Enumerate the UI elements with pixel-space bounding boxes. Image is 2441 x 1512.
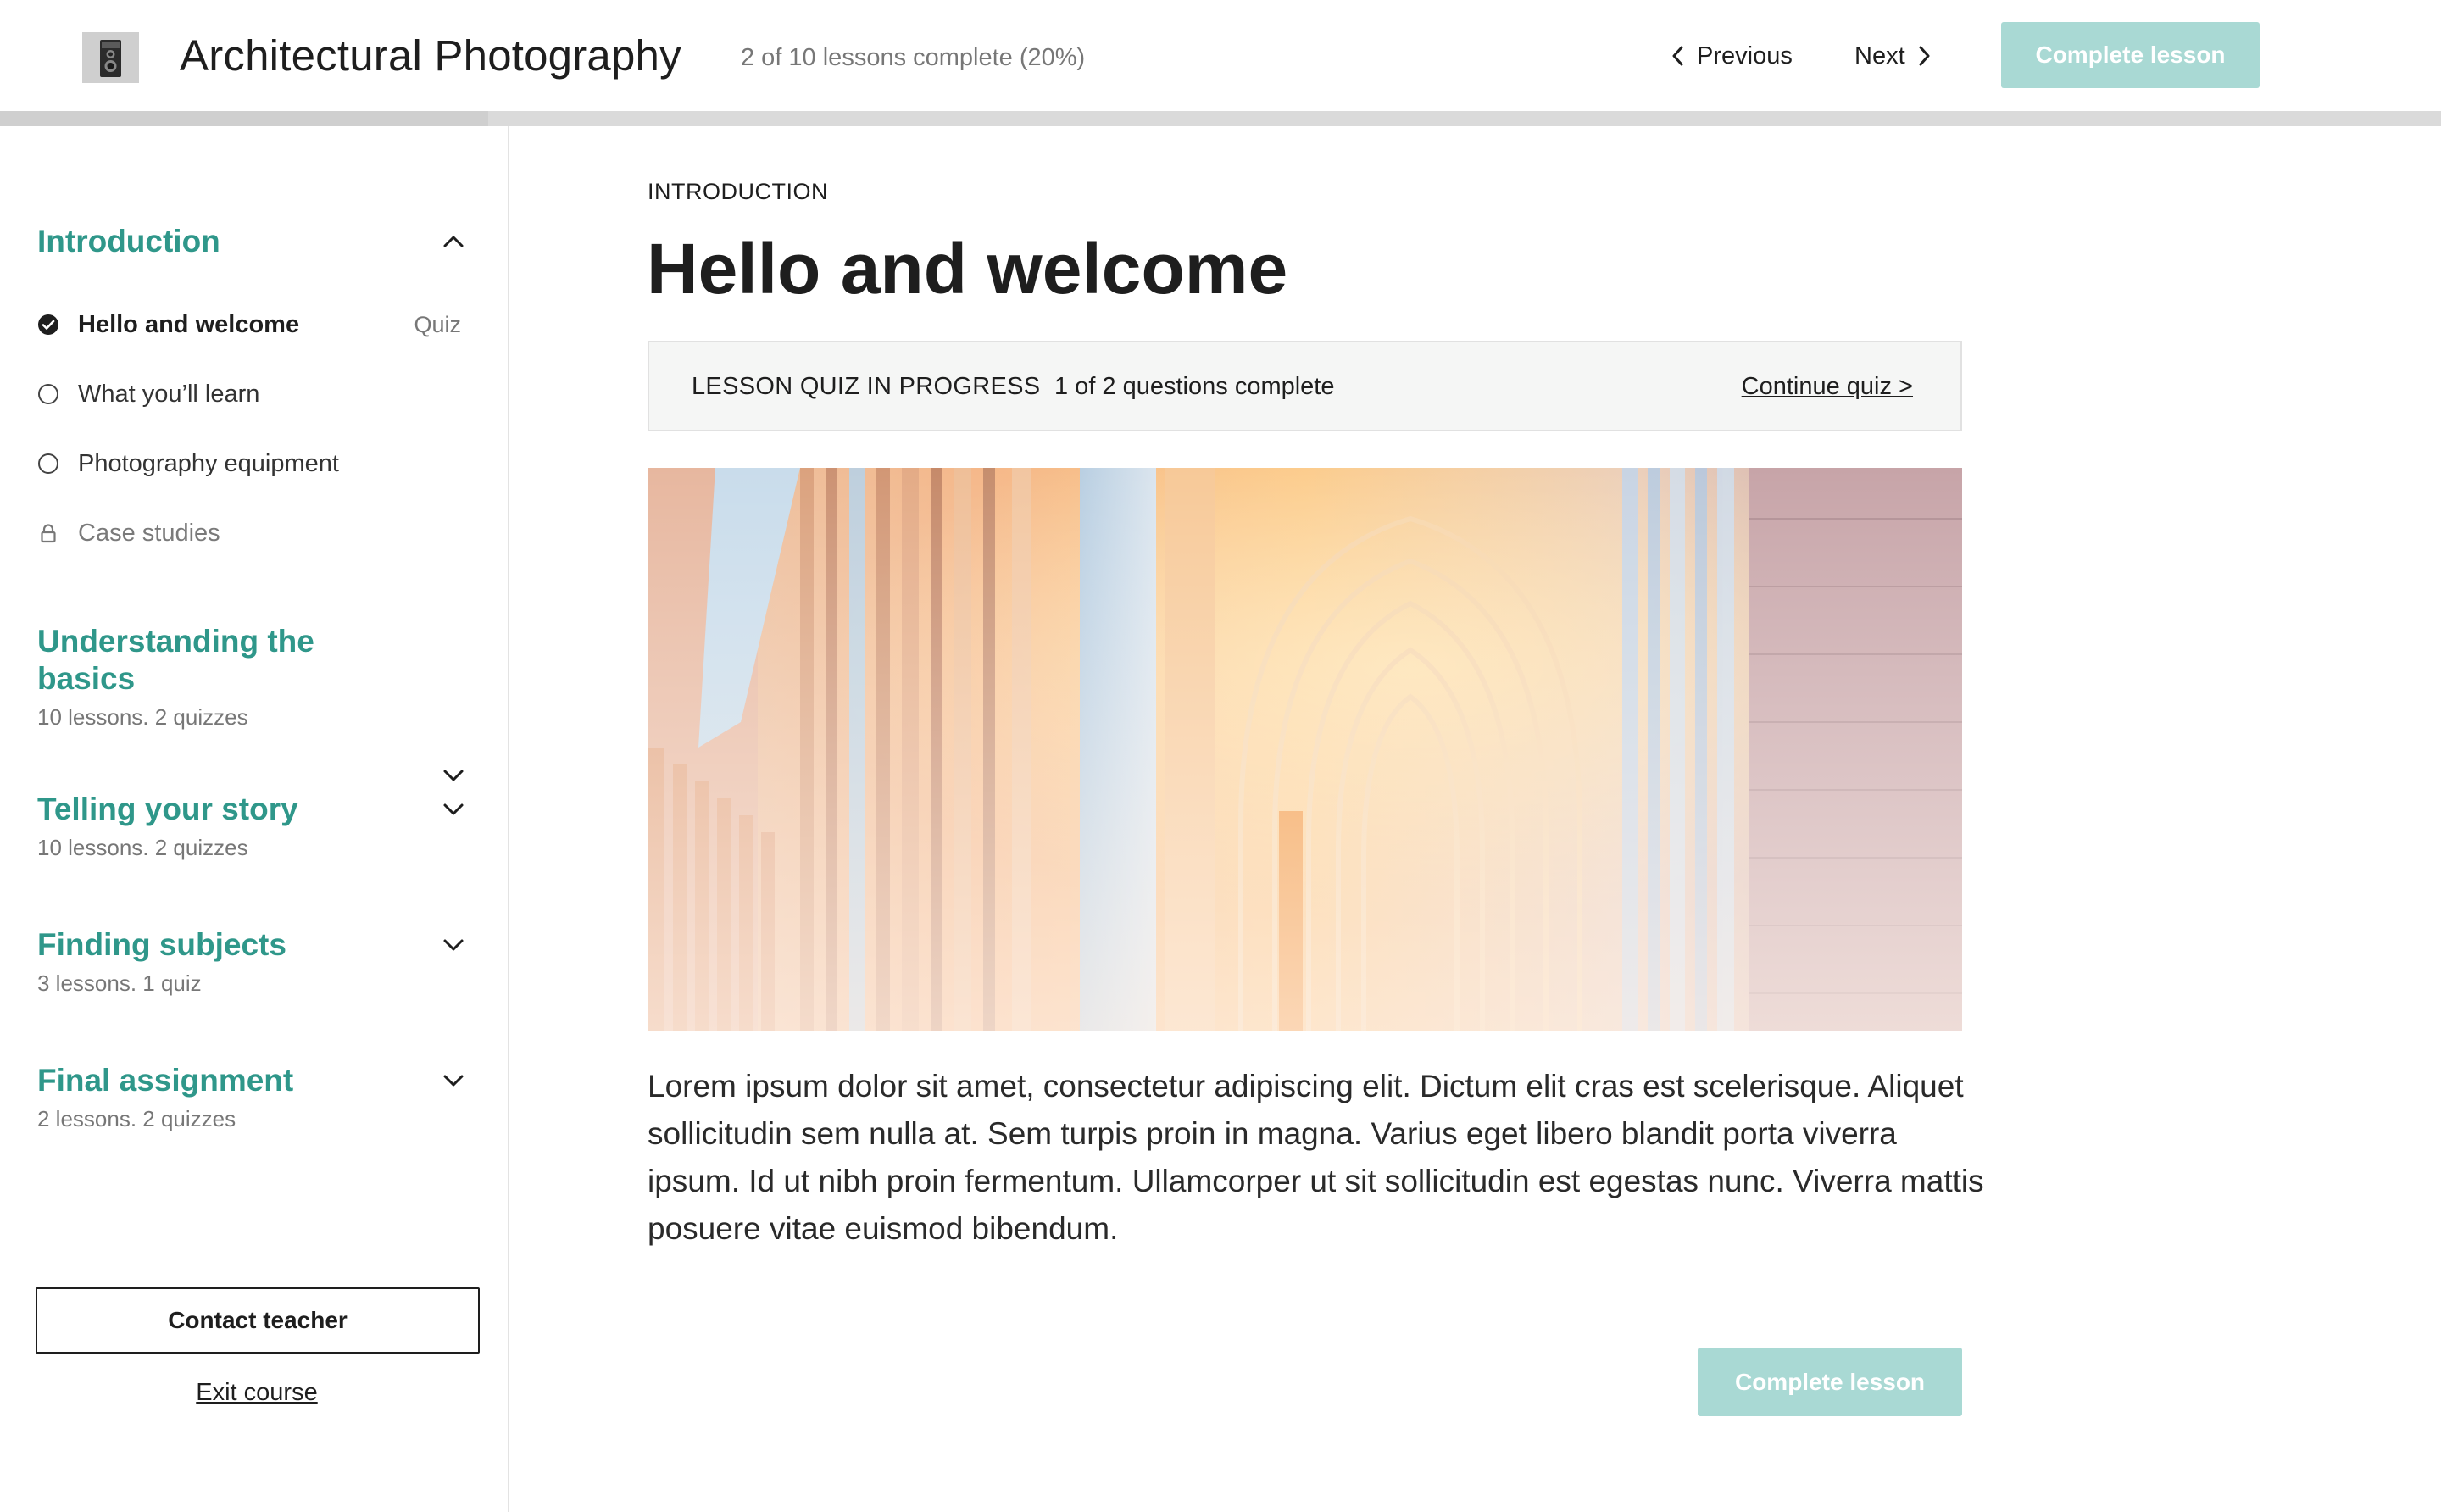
section-title: Telling your story [37, 792, 298, 826]
section-introduction[interactable]: Introduction [37, 223, 466, 260]
lesson-label: Photography equipment [78, 449, 339, 477]
lesson-item-case-studies[interactable]: Case studies [37, 512, 461, 554]
empty-circle-icon [38, 453, 58, 474]
lesson-title: Hello and welcome [647, 229, 1288, 309]
chevron-down-icon[interactable] [441, 767, 466, 784]
section-title: Introduction [37, 224, 220, 258]
lock-icon [41, 524, 56, 543]
chevron-right-icon [1919, 46, 1930, 66]
lesson-item-hello-and-welcome[interactable]: Hello and welcome Quiz [37, 303, 461, 346]
check-circle-icon [38, 314, 58, 335]
lesson-item-photography-equipment[interactable]: Photography equipment [37, 442, 461, 485]
course-progress-fill [0, 111, 488, 126]
section-title: Understanding the basics [37, 624, 314, 696]
section-meta: 3 lessons. 1 quiz [37, 970, 202, 996]
quiz-status: LESSON QUIZ IN PROGRESS [692, 373, 1041, 400]
contact-teacher-button[interactable]: Contact teacher [36, 1287, 480, 1354]
exit-course-link[interactable]: Exit course [0, 1379, 514, 1407]
next-button[interactable]: Next [1854, 37, 1931, 75]
section-meta: 10 lessons. 2 quizzes [37, 835, 248, 860]
section-final-assignment[interactable]: Final assignment 2 lessons. 2 quizzes [37, 1062, 466, 1132]
quiz-tag: Quiz [414, 311, 461, 337]
section-understanding-the-basics[interactable]: Understanding the basics 10 lessons. 2 q… [37, 623, 466, 781]
course-progress-bar [0, 111, 2441, 126]
section-finding-subjects[interactable]: Finding subjects 3 lessons. 1 quiz [37, 926, 466, 997]
chevron-down-icon[interactable] [441, 1072, 466, 1089]
lesson-label: What you’ll learn [78, 380, 260, 408]
chevron-down-icon[interactable] [441, 801, 466, 818]
lesson-item-what-youll-learn[interactable]: What you’ll learn [37, 373, 461, 415]
course-title: Architectural Photography [180, 31, 681, 80]
previous-label: Previous [1697, 42, 1793, 69]
course-outline-sidebar: Introduction Hello and welcome Quiz What… [0, 126, 509, 1512]
course-progress-text: 2 of 10 lessons complete (20%) [741, 44, 1086, 71]
section-title: Finding subjects [37, 927, 286, 962]
section-eyebrow: INTRODUCTION [648, 179, 828, 204]
empty-circle-icon [38, 384, 58, 404]
section-telling-your-story[interactable]: Telling your story 10 lessons. 2 quizzes [37, 791, 466, 861]
chevron-down-icon[interactable] [441, 937, 466, 953]
continue-quiz-link[interactable]: Continue quiz > [1742, 373, 1913, 401]
complete-lesson-button-bottom[interactable]: Complete lesson [1698, 1348, 1962, 1416]
camera-icon [82, 32, 139, 83]
quiz-question-count: 1 of 2 questions complete [1054, 373, 1335, 400]
quiz-progress-banner: LESSON QUIZ IN PROGRESS 1 of 2 questions… [648, 341, 1962, 431]
section-meta: 10 lessons. 2 quizzes [37, 704, 248, 730]
chevron-left-icon [1672, 46, 1683, 66]
chevron-up-icon[interactable] [441, 233, 466, 250]
lesson-body-text: Lorem ipsum dolor sit amet, consectetur … [648, 1069, 1984, 1246]
lesson-content: INTRODUCTION Hello and welcome LESSON QU… [511, 126, 2441, 1512]
complete-lesson-button[interactable]: Complete lesson [2001, 22, 2260, 88]
lesson-label: Case studies [78, 519, 220, 547]
section-title: Final assignment [37, 1063, 294, 1098]
lesson-label: Hello and welcome [78, 310, 300, 338]
previous-button[interactable]: Previous [1671, 37, 1793, 75]
top-bar: Architectural Photography 2 of 10 lesson… [0, 0, 2441, 111]
next-label: Next [1854, 42, 1905, 69]
section-meta: 2 lessons. 2 quizzes [37, 1106, 236, 1131]
hero-image [648, 468, 1962, 1031]
